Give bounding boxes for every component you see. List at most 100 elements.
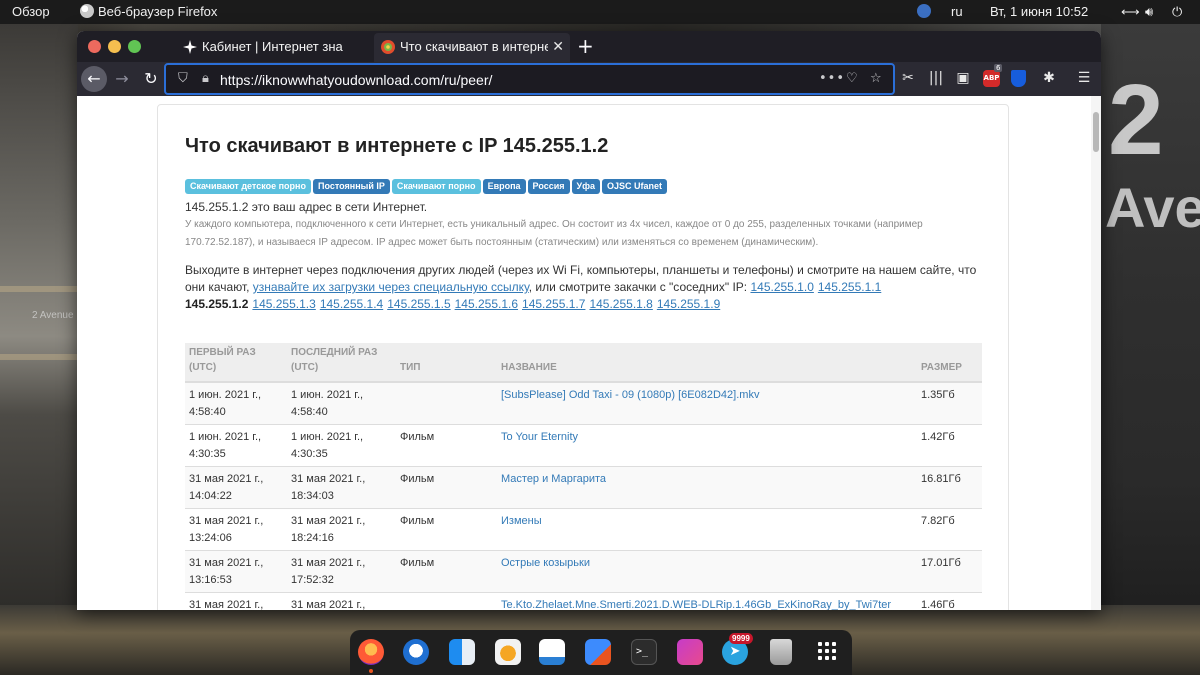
tab-cabinet[interactable]: Кабинет | Интернет зна (176, 33, 374, 62)
neighbor-ip-link[interactable]: 145.255.1.3 (252, 297, 315, 311)
app-name: Веб-браузер Firefox (98, 4, 218, 19)
invite-text: , или смотрите закачки с "соседних" IP: (528, 280, 751, 294)
cell-name: Острые козырьки (497, 550, 917, 593)
menu-icon[interactable]: ☰ (1075, 70, 1093, 86)
special-link[interactable]: узнавайте их загрузки через специальную … (253, 280, 529, 294)
terminal-dock-icon[interactable]: >_ (631, 639, 657, 665)
neighbor-ip-link[interactable]: 145.255.1.6 (455, 297, 518, 311)
adblock-badge: 6 (994, 64, 1003, 72)
torrent-link[interactable]: Te.Kto.Zhelaet.Mne.Smerti.2021.D.WEB-DLR… (501, 599, 891, 610)
cell-size: 16.81Гб (917, 466, 982, 509)
app-menu[interactable]: Веб-браузер Firefox (80, 4, 217, 19)
cell-size: 7.82Гб (917, 508, 982, 551)
sidebar-icon[interactable]: ▣ (954, 70, 972, 86)
torrent-link[interactable]: To Your Eternity (501, 431, 578, 443)
clock[interactable]: Вт, 1 июня 10:52 (990, 4, 1088, 19)
page-actions-icon[interactable]: ••• (819, 71, 845, 86)
url-text[interactable]: https://iknowwhatyoudownload.com/ru/peer… (220, 72, 492, 88)
rhythmbox-dock-icon[interactable] (495, 639, 521, 665)
cell-type: Фильм (396, 466, 497, 509)
table-row: 31 мая 2021 г., 13:16:53 31 мая 2021 г.,… (185, 550, 982, 593)
neighbor-ip-link[interactable]: 145.255.1.1 (818, 280, 881, 294)
keyboard-layout[interactable]: ru (951, 4, 963, 19)
network-icon[interactable]: ⟷ (1121, 4, 1140, 20)
current-ip: 145.255.1.2 (185, 297, 249, 311)
power-icon[interactable]: ⏻ (1172, 4, 1182, 20)
indicator-icon[interactable] (917, 4, 931, 19)
volume-icon[interactable]: 🔊︎ (1145, 4, 1153, 20)
back-button[interactable]: ← (81, 66, 107, 92)
activities-button[interactable]: Обзор (12, 4, 50, 19)
cell-name: Мастер и Маргарита (497, 466, 917, 509)
extension-paw-icon[interactable]: ✱ (1040, 70, 1058, 86)
column-header-size[interactable]: РАЗМЕР (917, 343, 982, 383)
column-header-first-seen[interactable]: ПЕРВЫЙ РАЗ (UTC) (185, 343, 287, 383)
minimize-window-button[interactable] (108, 40, 121, 53)
shield-icon[interactable]: ⛉ (178, 71, 188, 86)
tab-downloads[interactable]: Что скачивают в интерне ✕ (374, 33, 570, 62)
files-dock-icon[interactable] (449, 639, 475, 665)
table-row: 31 мая 2021 г., 13:53:43 31 мая 2021 г.,… (185, 592, 982, 610)
star-favicon-icon (183, 40, 197, 54)
cell-name: Te.Kto.Zhelaet.Mne.Smerti.2021.D.WEB-DLR… (497, 592, 917, 610)
browser-window: Кабинет | Интернет зна Что скачивают в и… (77, 31, 1101, 610)
column-header-name[interactable]: НАЗВАНИЕ (497, 343, 917, 383)
column-header-last-seen[interactable]: ПОСЛЕДНИЙ РАЗ (UTC) (287, 343, 396, 383)
column-header-type[interactable]: ТИП (396, 343, 497, 383)
badge: Скачивают порно (391, 179, 481, 194)
lock-icon[interactable]: 🔒︎ (202, 71, 209, 86)
firefox-icon (80, 4, 94, 18)
firefox-dock-icon[interactable] (358, 639, 384, 665)
torrent-link[interactable]: Мастер и Маргарита (501, 473, 606, 485)
forward-button[interactable]: → (109, 66, 135, 92)
cell-type: Фильм (396, 508, 497, 551)
downloads-table: ПЕРВЫЙ РАЗ (UTC) ПОСЛЕДНИЙ РАЗ (UTC) ТИП… (185, 343, 982, 610)
wallpaper-left-strip (0, 24, 78, 675)
bookmark-star-icon[interactable]: ☆ (870, 71, 882, 86)
badge: Скачивают детское порно (185, 179, 311, 194)
badge-list: Скачивают детское порно Постоянный IP Скач… (185, 174, 669, 194)
close-window-button[interactable] (88, 40, 101, 53)
neighbor-ip-link[interactable]: 145.255.1.5 (387, 297, 450, 311)
screenshot-icon[interactable]: ✂ (899, 70, 917, 86)
reload-button[interactable]: ↻ (138, 66, 164, 92)
cell-first-seen: 31 мая 2021 г., 14:04:22 (185, 466, 287, 509)
text-editor-dock-icon[interactable] (677, 639, 703, 665)
library-icon[interactable]: ||| (927, 70, 945, 86)
neighbor-ip-link[interactable]: 145.255.1.8 (589, 297, 652, 311)
cell-first-seen: 1 июн. 2021 г., 4:58:40 (185, 381, 287, 425)
cell-type (396, 592, 497, 610)
cell-first-seen: 31 мая 2021 г., 13:53:43 (185, 592, 287, 610)
thunderbird-dock-icon[interactable] (403, 639, 429, 665)
table-row: 1 июн. 2021 г., 4:58:40 1 июн. 2021 г., … (185, 381, 982, 425)
trash-dock-icon[interactable] (770, 639, 792, 665)
cell-last-seen: 31 мая 2021 г., 18:24:16 (287, 508, 396, 551)
cell-type: Фильм (396, 550, 497, 593)
neighbor-ip-link[interactable]: 145.255.1.9 (657, 297, 720, 311)
maximize-window-button[interactable] (128, 40, 141, 53)
neighbor-ip-link[interactable]: 145.255.1.7 (522, 297, 585, 311)
table-header-row: ПЕРВЫЙ РАЗ (UTC) ПОСЛЕДНИЙ РАЗ (UTC) ТИП… (185, 343, 982, 383)
torrent-link[interactable]: [SubsPlease] Odd Taxi - 09 (1080p) [6E08… (501, 389, 759, 401)
table-row: 31 мая 2021 г., 13:24:06 31 мая 2021 г.,… (185, 508, 982, 551)
neighbor-ip-link[interactable]: 145.255.1.0 (750, 280, 813, 294)
torrent-link[interactable]: Измены (501, 515, 542, 527)
table-row: 1 июн. 2021 г., 4:30:35 1 июн. 2021 г., … (185, 424, 982, 467)
top-panel: Обзор Веб-браузер Firefox ru Вт, 1 июня … (0, 0, 1200, 24)
cell-size: 1.46Гб (917, 592, 982, 610)
cell-size: 1.35Гб (917, 381, 982, 425)
writer-dock-icon[interactable] (539, 639, 565, 665)
bitwarden-icon[interactable] (1011, 70, 1026, 87)
tab-close-icon[interactable]: ✕ (552, 38, 564, 55)
scrollbar[interactable] (1091, 96, 1101, 610)
badge: OJSC Ufanet (601, 179, 667, 194)
software-dock-icon[interactable] (585, 639, 611, 665)
torrent-link[interactable]: Острые козырьки (501, 557, 590, 569)
pocket-icon[interactable]: ♡ (846, 71, 858, 86)
cell-type (396, 381, 497, 425)
new-tab-button[interactable]: + (577, 34, 594, 58)
neighbor-ip-link[interactable]: 145.255.1.4 (320, 297, 383, 311)
adblock-icon[interactable]: ABP (983, 70, 1000, 87)
url-bar[interactable]: ⛉ 🔒︎ https://iknowwhatyoudownload.com/ru… (164, 63, 895, 95)
show-apps-icon[interactable] (818, 642, 836, 660)
